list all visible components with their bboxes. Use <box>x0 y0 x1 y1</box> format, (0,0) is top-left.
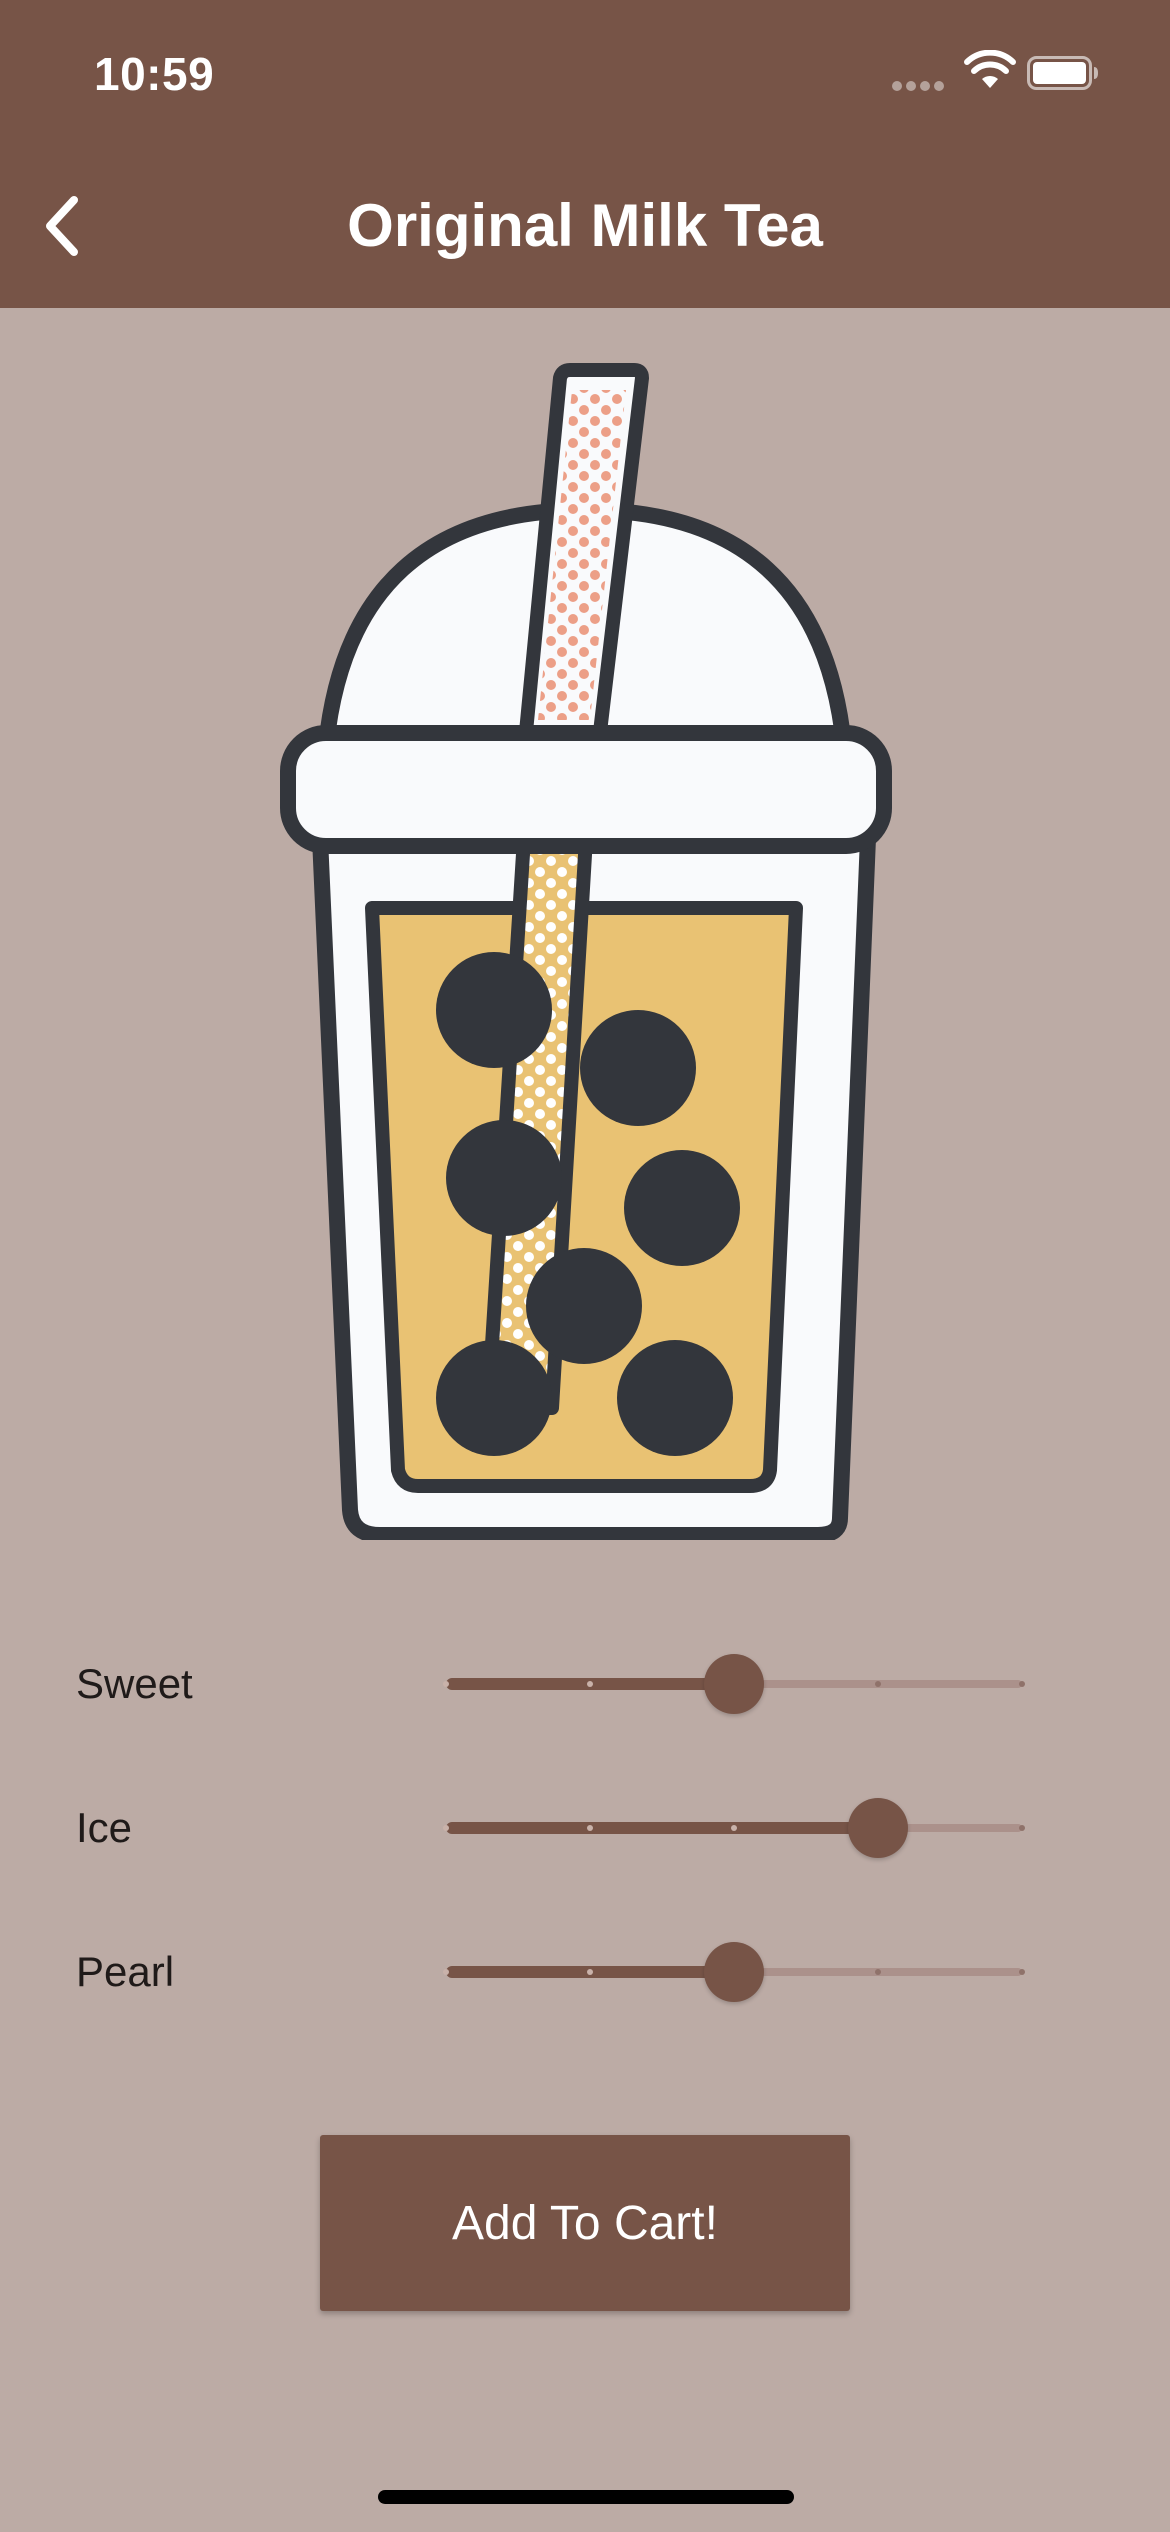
add-to-cart-button[interactable]: Add To Cart! <box>320 2135 850 2311</box>
slider-track-filled <box>446 1822 878 1834</box>
status-time: 10:59 <box>94 48 215 100</box>
bubble-tea-illustration <box>280 363 892 1540</box>
slider-tick <box>1019 1681 1025 1687</box>
slider-tick <box>587 1825 593 1831</box>
option-label: Ice <box>76 1804 133 1851</box>
slider-tick <box>443 1825 449 1831</box>
slider-thumb[interactable] <box>704 1942 764 2002</box>
slider-tick <box>587 1969 593 1975</box>
slider-tick <box>875 1681 881 1687</box>
option-label: Pearl <box>76 1948 175 1995</box>
cellular-signal-icon <box>892 81 946 91</box>
pearl-slider[interactable] <box>443 1932 1025 2012</box>
option-row-pearl: Pearl <box>0 1932 1170 2012</box>
page-title: Original Milk Tea <box>347 192 823 259</box>
option-row-sweet: Sweet <box>0 1644 1170 1724</box>
slider-tick <box>1019 1825 1025 1831</box>
slider-tick <box>875 1969 881 1975</box>
app-bar: 10:59 Original Milk Tea <box>0 0 1170 308</box>
sweet-slider[interactable] <box>443 1644 1025 1724</box>
option-label: Sweet <box>76 1660 193 1707</box>
cup-rim <box>280 725 892 854</box>
slider-tick <box>443 1969 449 1975</box>
option-row-ice: Ice <box>0 1788 1170 1868</box>
slider-thumb[interactable] <box>704 1654 764 1714</box>
slider-tick <box>443 1681 449 1687</box>
slider-thumb[interactable] <box>848 1798 908 1858</box>
slider-tick <box>731 1825 737 1831</box>
slider-tick <box>587 1681 593 1687</box>
status-icons <box>892 50 1112 100</box>
slider-tick <box>1019 1969 1025 1975</box>
home-indicator <box>378 2490 794 2504</box>
wifi-icon <box>964 50 1016 88</box>
battery-icon <box>1027 56 1098 90</box>
ice-slider[interactable] <box>443 1788 1025 1868</box>
